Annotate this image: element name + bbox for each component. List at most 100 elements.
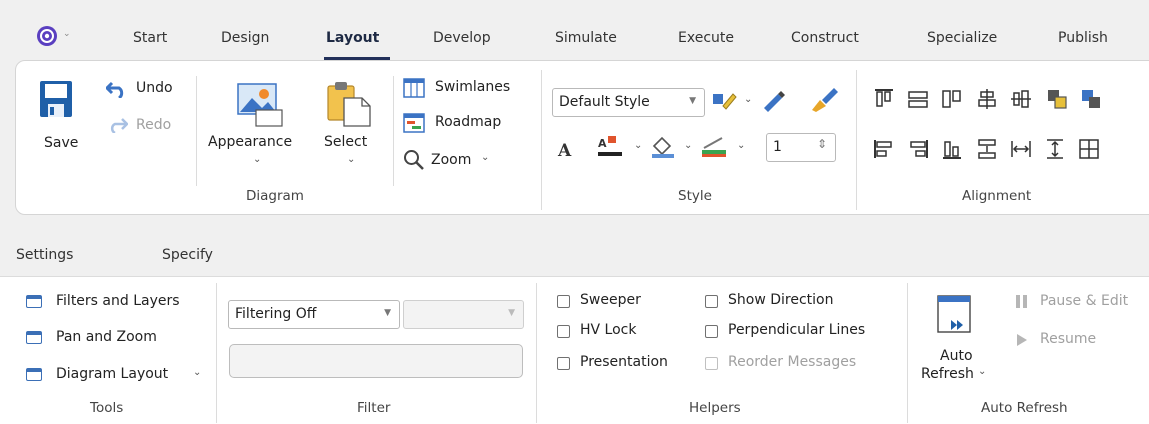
pen-icon[interactable] xyxy=(760,88,786,112)
font-icon[interactable]: A xyxy=(556,138,576,160)
auto-refresh-icon xyxy=(937,295,971,333)
window-icon xyxy=(26,331,42,344)
tab-publish[interactable]: Publish xyxy=(1058,30,1108,46)
align-top-icon[interactable] xyxy=(873,88,895,110)
helpers-group-label: Helpers xyxy=(689,400,741,416)
resume-button[interactable]: Resume xyxy=(1016,330,1136,352)
tools-group-label: Tools xyxy=(90,400,124,416)
pan-and-zoom-button[interactable]: Pan and Zoom xyxy=(26,328,206,350)
diagram-layout-button[interactable]: Diagram Layout ⌄ xyxy=(26,365,216,387)
redo-button[interactable]: Redo xyxy=(106,115,186,137)
separator xyxy=(541,70,542,210)
pause-edit-button[interactable]: Pause & Edit xyxy=(1016,292,1149,314)
select-button[interactable]: Select ⌄ xyxy=(324,78,378,173)
section-specify[interactable]: Specify xyxy=(162,247,213,263)
align-center-icon[interactable] xyxy=(976,88,998,110)
line-color-icon[interactable] xyxy=(700,134,730,160)
window-icon xyxy=(26,295,42,308)
tab-develop[interactable]: Develop xyxy=(433,30,491,46)
fill-color-icon[interactable] xyxy=(650,136,678,160)
send-to-back-icon[interactable] xyxy=(1080,88,1102,110)
chevron-down-icon: ⌄ xyxy=(193,367,202,378)
align-bottom-icon[interactable] xyxy=(941,138,963,160)
dropdown-arrow-icon: ▼ xyxy=(508,308,515,318)
perpendicular-lines-checkbox[interactable] xyxy=(705,325,718,338)
style-dropdown[interactable]: Default Style ▼ xyxy=(552,88,705,117)
chevron-down-icon[interactable]: ⌄ xyxy=(634,140,642,151)
align-right-icon[interactable] xyxy=(907,138,929,160)
format-painter-icon[interactable] xyxy=(711,90,739,112)
diagram-layout-label: Diagram Layout xyxy=(56,366,169,382)
save-label: Save xyxy=(44,135,79,151)
tab-execute[interactable]: Execute xyxy=(678,30,734,46)
separator xyxy=(393,76,394,186)
chevron-down-icon[interactable]: ⌄ xyxy=(737,140,745,151)
same-width-icon[interactable] xyxy=(907,88,929,110)
sweeper-checkbox[interactable] xyxy=(557,295,570,308)
swimlanes-label: Swimlanes xyxy=(435,79,511,95)
alignment-group-label: Alignment xyxy=(962,188,1032,204)
presentation-checkbox[interactable] xyxy=(557,357,570,370)
tab-construct[interactable]: Construct xyxy=(791,30,859,46)
brush-icon[interactable] xyxy=(810,86,840,112)
font-color-icon[interactable]: A xyxy=(596,134,630,160)
zoom-label: Zoom xyxy=(431,152,472,168)
reorder-messages-label: Reorder Messages xyxy=(728,354,857,370)
save-icon xyxy=(40,81,72,117)
chevron-down-icon[interactable]: ⌄ xyxy=(63,29,71,39)
separator xyxy=(196,76,197,186)
appearance-label: Appearance xyxy=(208,134,293,150)
auto-refresh-button[interactable]: Auto Refresh ⌄ xyxy=(918,290,986,390)
tab-simulate[interactable]: Simulate xyxy=(555,30,617,46)
align-middle-icon[interactable] xyxy=(1010,88,1032,110)
roadmap-button[interactable]: Roadmap xyxy=(403,113,533,135)
filter-secondary-dropdown[interactable]: ▼ xyxy=(403,300,524,329)
roadmap-icon xyxy=(403,113,425,133)
vertical-distribute-icon[interactable] xyxy=(1044,138,1066,160)
undo-icon xyxy=(106,81,124,98)
same-height-icon[interactable] xyxy=(941,88,963,110)
section-settings[interactable]: Settings xyxy=(16,247,73,263)
tab-design[interactable]: Design xyxy=(221,30,269,46)
show-direction-checkbox[interactable] xyxy=(705,295,718,308)
auto-refresh-group-label: Auto Refresh xyxy=(981,400,1068,416)
hv-lock-checkbox[interactable] xyxy=(557,325,570,338)
redo-label: Redo xyxy=(136,117,172,133)
filter-mode-dropdown[interactable]: Filtering Off ▼ xyxy=(228,300,400,329)
reorder-messages-checkbox[interactable] xyxy=(705,357,718,370)
chevron-down-icon[interactable]: ⌄ xyxy=(684,140,692,151)
align-left-icon[interactable] xyxy=(873,138,895,160)
diagram-group-label: Diagram xyxy=(246,188,304,204)
filters-and-layers-button[interactable]: Filters and Layers xyxy=(26,292,206,314)
roadmap-label: Roadmap xyxy=(435,114,502,130)
tab-layout[interactable]: Layout xyxy=(326,30,379,46)
tab-specialize[interactable]: Specialize xyxy=(927,30,997,46)
zoom-button[interactable]: Zoom ⌄ xyxy=(403,148,533,172)
bring-to-front-icon[interactable] xyxy=(1046,88,1068,110)
undo-button[interactable]: Undo xyxy=(106,78,186,100)
window-icon xyxy=(26,368,42,381)
separator xyxy=(907,283,908,423)
chevron-down-icon[interactable]: ⌄ xyxy=(744,94,752,105)
app-logo-icon[interactable] xyxy=(36,25,58,47)
space-horizontally-icon[interactable] xyxy=(1010,138,1032,160)
auto-refresh-label-1: Auto xyxy=(940,348,973,364)
swimlanes-button[interactable]: Swimlanes xyxy=(403,78,533,100)
space-vertically-icon[interactable] xyxy=(976,138,998,160)
tab-start[interactable]: Start xyxy=(133,30,167,46)
spinner-arrows-icon: ⇕ xyxy=(816,137,827,151)
line-width-value: 1 xyxy=(773,139,782,155)
save-button[interactable]: Save xyxy=(34,80,84,160)
play-icon xyxy=(1017,334,1027,346)
show-direction-label: Show Direction xyxy=(728,292,834,308)
style-group-label: Style xyxy=(678,188,712,204)
line-width-spinner[interactable]: 1 ⇕ xyxy=(766,133,836,162)
filter-text-field[interactable] xyxy=(229,344,523,378)
appearance-button[interactable]: Appearance ⌄ xyxy=(208,78,312,173)
pause-edit-label: Pause & Edit xyxy=(1040,293,1129,309)
select-label: Select xyxy=(324,134,368,150)
chevron-down-icon: ⌄ xyxy=(253,154,262,165)
grid-icon[interactable] xyxy=(1078,138,1100,160)
redo-icon xyxy=(110,118,128,133)
clipboard-select-icon xyxy=(327,82,371,127)
